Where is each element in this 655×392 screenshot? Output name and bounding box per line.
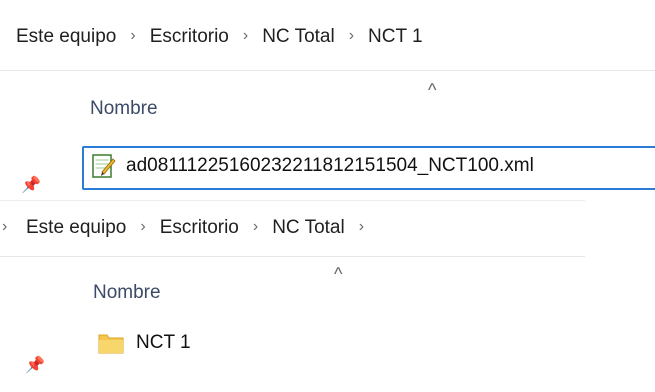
breadcrumb-este-equipo[interactable]: Este equipo bbox=[26, 217, 126, 239]
xml-file-icon bbox=[92, 154, 116, 178]
chevron-right-icon[interactable]: › bbox=[359, 218, 364, 236]
column-header-nombre[interactable]: Nombre bbox=[90, 98, 158, 120]
panel-top-border bbox=[0, 200, 585, 201]
pin-icon[interactable]: 📌 bbox=[25, 355, 45, 375]
breadcrumb-escritorio[interactable]: Escritorio bbox=[150, 26, 229, 48]
address-bar-separator bbox=[0, 70, 655, 71]
folder-icon bbox=[98, 332, 124, 354]
chevron-right-icon[interactable]: › bbox=[243, 27, 248, 45]
breadcrumb-escritorio[interactable]: Escritorio bbox=[160, 217, 239, 239]
column-header-nombre[interactable]: Nombre bbox=[93, 282, 161, 304]
chevron-right-icon[interactable]: › bbox=[349, 27, 354, 45]
sort-ascending-caret-icon: ^ bbox=[428, 80, 437, 100]
file-row[interactable]: ad08111225160232211812151504_NCT100.xml bbox=[92, 154, 534, 178]
breadcrumb-nc-total[interactable]: NC Total bbox=[272, 217, 345, 239]
chevron-right-icon[interactable]: › bbox=[140, 218, 145, 236]
breadcrumb-nct-1[interactable]: NCT 1 bbox=[368, 26, 423, 48]
folder-name: NCT 1 bbox=[136, 332, 191, 353]
folder-row[interactable]: NCT 1 bbox=[98, 332, 191, 354]
breadcrumb-nc-total[interactable]: NC Total bbox=[262, 26, 335, 48]
chevron-right-icon[interactable]: › bbox=[2, 218, 7, 236]
sort-ascending-caret-icon: ^ bbox=[334, 264, 343, 284]
chevron-right-icon[interactable]: › bbox=[253, 218, 258, 236]
address-bar-separator bbox=[0, 256, 585, 257]
explorer-window-bottom: › Este equipo › Escritorio › NC Total › … bbox=[0, 200, 585, 392]
pin-icon[interactable]: 📌 bbox=[21, 175, 41, 195]
chevron-right-icon[interactable]: › bbox=[130, 27, 135, 45]
file-name: ad08111225160232211812151504_NCT100.xml bbox=[126, 155, 534, 176]
explorer-window-top: Este equipo › Escritorio › NC Total › NC… bbox=[0, 0, 655, 200]
breadcrumb-este-equipo[interactable]: Este equipo bbox=[16, 26, 116, 48]
breadcrumb: Este equipo › Escritorio › NC Total › NC… bbox=[16, 26, 423, 48]
breadcrumb: Este equipo › Escritorio › NC Total › bbox=[26, 217, 378, 239]
